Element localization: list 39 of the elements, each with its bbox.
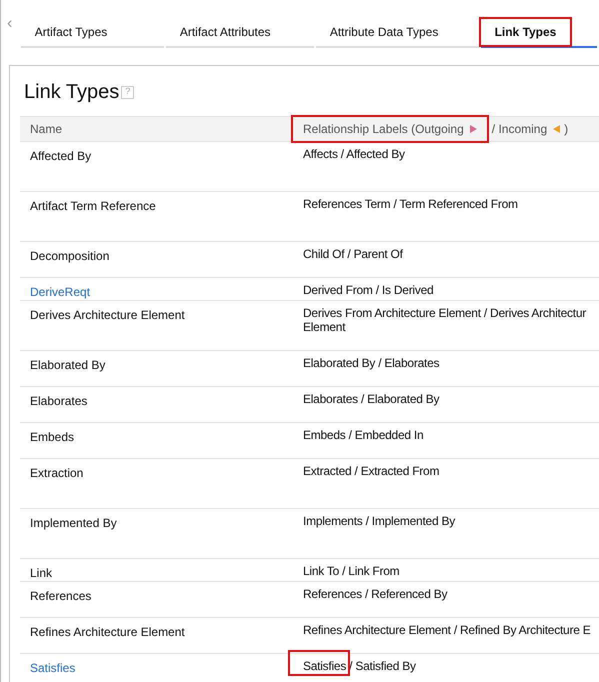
name-link[interactable]: Satisfies [20, 654, 293, 677]
sort-right-icon[interactable] [470, 125, 477, 133]
column-header-text: Relationship Labels (Outgoing [303, 121, 464, 138]
table-cell-text: Elaborated By / Elaborates [303, 356, 440, 370]
table-cell-text: Elaborates [29, 393, 88, 410]
table-cell-text: Embeds [29, 429, 76, 446]
table-cell-text: Link To / Link From [303, 564, 400, 578]
table-cell-text: Refines Architecture Element [29, 624, 186, 641]
table-cell-text: Artifact Term Reference [29, 198, 157, 215]
table-cell-text: Elaborates / Elaborated By [303, 392, 440, 406]
table-cell-text: Affects / Affected By [303, 147, 406, 161]
column-header[interactable]: Relationship Labels (Outgoing [293, 117, 487, 141]
table-cell-text: Extracted / Extracted From [303, 464, 440, 478]
table-cell-text: Child Of / Parent Of [303, 247, 404, 261]
table-cell-text: Derives Architecture Element [29, 307, 186, 324]
column-header-text: / Incoming [492, 121, 548, 138]
table-cell-text: References [29, 588, 92, 605]
tab[interactable]: Artifact Types [20, 18, 164, 48]
table-cell-text: Refines Architecture Element / Refined By Architecture E [303, 623, 592, 637]
column-header-text: ) [564, 121, 568, 138]
tab[interactable]: Link Types [480, 18, 598, 48]
table-cell-text: Embeds / Embedded In [303, 428, 424, 442]
name-link[interactable]: DeriveReqt [20, 278, 293, 301]
page-title: Link Types [24, 80, 120, 105]
table-cell-text: Derives From Architecture Element / Derives Architectur Element [303, 306, 588, 334]
table-cell-text: Implements / Implemented By [303, 514, 456, 528]
column-header[interactable]: Name [20, 120, 293, 138]
tab[interactable]: Artifact Attributes [166, 18, 314, 48]
table-cell-text: Decomposition [29, 248, 110, 265]
table-cell-text: Elaborated By [29, 357, 106, 374]
table-cell-text: Derived From / Is Derived [303, 283, 434, 297]
table-cell-text: References / Referenced By [303, 587, 448, 601]
table-cell-text: Extraction [29, 465, 84, 482]
table-cell-text: Implemented By [29, 515, 118, 532]
tab[interactable]: Attribute Data Types [316, 18, 479, 48]
table-cell-text: Link [29, 565, 54, 582]
sort-left-icon[interactable] [553, 125, 560, 133]
table-cell-text: Affected By [29, 148, 92, 165]
table-cell-text: References Term / Term Referenced From [303, 197, 519, 211]
